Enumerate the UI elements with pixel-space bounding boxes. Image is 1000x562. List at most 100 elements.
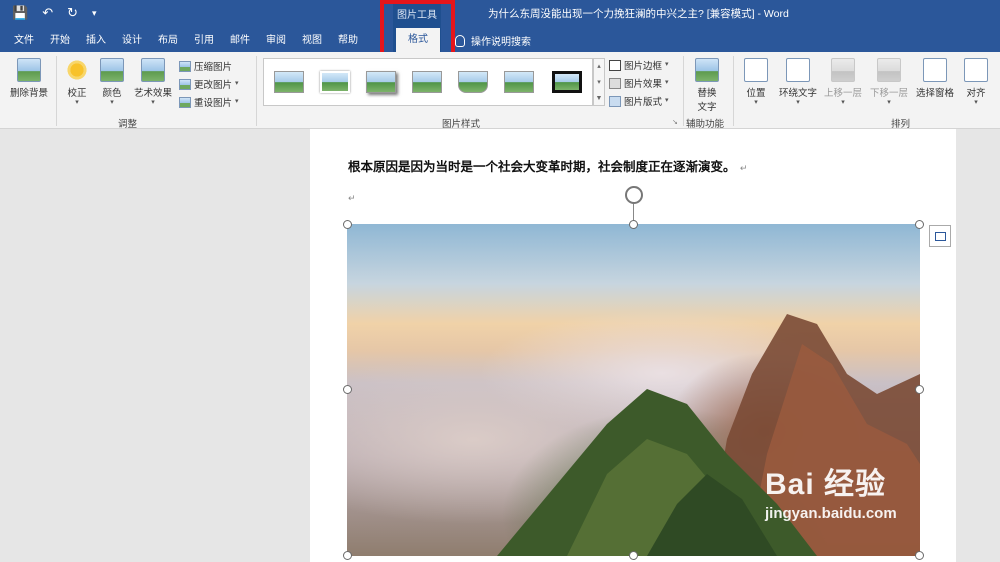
quick-access-toolbar: 💾 ↶ ↻ ▾ xyxy=(12,5,97,21)
tab-file[interactable]: 文件 xyxy=(0,32,42,52)
paragraph[interactable]: 根本原因是因为当时是一个社会大变革时期，社会制度正在逐渐演变。 ↵ xyxy=(348,156,747,175)
artistic-effects-icon xyxy=(141,58,165,82)
style-thumbnail[interactable] xyxy=(412,71,442,93)
divider xyxy=(256,56,257,126)
gallery-scroll[interactable]: ▴ ▾ ▼ xyxy=(593,58,605,106)
send-backward-label: 下移一层 xyxy=(869,88,908,99)
wrap-text-button[interactable]: 环绕文字 ▾ xyxy=(776,58,820,107)
picture-layout-label: 图片版式 xyxy=(624,97,663,108)
resize-handle[interactable] xyxy=(915,551,924,560)
change-picture-button[interactable]: 更改图片 ▾ xyxy=(179,77,239,91)
chevron-down-icon: ▾ xyxy=(754,99,758,106)
wrap-text-icon xyxy=(786,58,810,82)
remove-background-label: 删除背景 xyxy=(9,88,48,99)
customize-icon[interactable]: ▾ xyxy=(92,5,97,21)
selection-pane-icon xyxy=(923,58,947,82)
chevron-down-icon: ▾ xyxy=(110,99,114,106)
selection-pane-button[interactable]: 选择窗格 xyxy=(913,58,957,99)
artistic-effects-button[interactable]: 艺术效果 ▾ xyxy=(132,58,174,107)
tab-insert[interactable]: 插入 xyxy=(78,32,114,52)
style-thumbnail[interactable] xyxy=(366,71,396,93)
picture-layout-button[interactable]: 图片版式 ▾ xyxy=(609,94,669,108)
ribbon-tabs: 文件 开始 插入 设计 布局 引用 邮件 审阅 视图 帮助 xyxy=(0,32,366,52)
tab-references[interactable]: 引用 xyxy=(186,32,222,52)
corrections-button[interactable]: 校正 ▾ xyxy=(63,58,91,107)
tab-mailings[interactable]: 邮件 xyxy=(222,32,258,52)
reset-picture-icon xyxy=(179,96,191,108)
picture-effects-button[interactable]: 图片效果 ▾ xyxy=(609,76,669,90)
watermark: Bai 经验 jingyan.baidu.com xyxy=(765,459,897,522)
alt-text-label-2: 文字 xyxy=(697,102,717,113)
divider xyxy=(683,56,684,126)
reset-picture-button[interactable]: 重设图片 ▾ xyxy=(179,95,239,109)
resize-handle[interactable] xyxy=(343,220,352,229)
sun-icon xyxy=(65,58,89,82)
style-thumbnail[interactable] xyxy=(458,71,488,93)
resize-handle[interactable] xyxy=(343,551,352,560)
picture-border-label: 图片边框 xyxy=(624,61,663,72)
resize-handle[interactable] xyxy=(629,220,638,229)
send-backward-icon xyxy=(877,58,901,82)
accessibility-group-label: 辅助功能 xyxy=(686,119,725,130)
lightbulb-icon xyxy=(455,34,465,47)
tab-help[interactable]: 帮助 xyxy=(330,32,366,52)
resize-handle[interactable] xyxy=(915,220,924,229)
layout-options-icon[interactable] xyxy=(929,225,951,247)
selection-pane-label: 选择窗格 xyxy=(915,88,954,99)
send-backward-button[interactable]: 下移一层 ▾ xyxy=(868,58,910,107)
color-icon xyxy=(100,58,124,82)
tab-view[interactable]: 视图 xyxy=(294,32,330,52)
divider xyxy=(733,56,734,126)
picture-styles-gallery[interactable] xyxy=(263,58,593,106)
style-thumbnail[interactable] xyxy=(552,71,582,93)
style-thumbnail[interactable] xyxy=(274,71,304,93)
align-button[interactable]: 对齐 ▾ xyxy=(962,58,990,107)
color-button[interactable]: 颜色 ▾ xyxy=(98,58,126,107)
change-picture-label: 更改图片 xyxy=(194,80,233,91)
bring-forward-button[interactable]: 上移一层 ▾ xyxy=(822,58,864,107)
chevron-down-icon: ▾ xyxy=(841,99,845,106)
style-thumbnail[interactable] xyxy=(320,71,350,93)
bring-forward-label: 上移一层 xyxy=(823,88,862,99)
dialog-launcher-icon[interactable]: ↘ xyxy=(672,118,678,126)
window-title: 为什么东周没能出现一个力挽狂澜的中兴之主? [兼容模式] - Word xyxy=(488,8,789,20)
wrap-text-label: 环绕文字 xyxy=(778,88,817,99)
color-label: 颜色 xyxy=(102,88,122,99)
chevron-down-icon: ▾ xyxy=(75,99,79,106)
resize-handle[interactable] xyxy=(343,385,352,394)
title-bar: 💾 ↶ ↻ ▾ 图片工具 为什么东周没能出现一个力挽狂澜的中兴之主? [兼容模式… xyxy=(0,0,1000,52)
picture-border-button[interactable]: 图片边框 ▾ xyxy=(609,58,669,72)
ribbon: 删除背景 校正 ▾ 颜色 ▾ 艺术效果 ▾ 压缩图片 更改图片 ▾ 重设图片 ▾… xyxy=(0,52,1000,130)
redo-icon[interactable]: ↻ xyxy=(67,5,78,21)
tab-review[interactable]: 审阅 xyxy=(258,32,294,52)
position-icon xyxy=(744,58,768,82)
save-icon[interactable]: 💾 xyxy=(12,5,28,21)
compress-pictures-button[interactable]: 压缩图片 xyxy=(179,59,232,73)
empty-paragraph-mark: ↵ xyxy=(348,193,356,203)
alt-text-button[interactable]: 替换 文字 xyxy=(692,58,722,113)
pencil-icon xyxy=(609,59,621,71)
arrange-group-label: 排列 xyxy=(891,119,911,130)
remove-background-icon xyxy=(17,58,41,82)
tell-me-search[interactable]: 操作说明搜索 xyxy=(455,33,531,48)
tab-layout[interactable]: 布局 xyxy=(150,32,186,52)
tab-home[interactable]: 开始 xyxy=(42,32,78,52)
remove-background-button[interactable]: 删除背景 xyxy=(6,58,52,99)
watermark-url: jingyan.baidu.com xyxy=(765,505,897,522)
reset-picture-label: 重设图片 xyxy=(194,98,233,109)
tell-me-label: 操作说明搜索 xyxy=(471,37,531,48)
undo-icon[interactable]: ↶ xyxy=(42,5,53,21)
watermark-logo: Bai 经验 xyxy=(765,468,887,501)
compress-icon xyxy=(179,60,191,72)
align-icon xyxy=(964,58,988,82)
resize-handle[interactable] xyxy=(629,551,638,560)
change-picture-icon xyxy=(179,78,191,90)
tab-design[interactable]: 设计 xyxy=(114,32,150,52)
resize-handle[interactable] xyxy=(915,385,924,394)
position-button[interactable]: 位置 ▾ xyxy=(741,58,771,107)
rotate-handle-icon[interactable] xyxy=(625,186,643,204)
style-thumbnail[interactable] xyxy=(504,71,534,93)
corrections-label: 校正 xyxy=(67,88,87,99)
chevron-down-icon: ▾ xyxy=(665,79,669,86)
document-page[interactable]: 根本原因是因为当时是一个社会大变革时期，社会制度正在逐渐演变。 ↵ ↵ Bai … xyxy=(310,129,956,562)
